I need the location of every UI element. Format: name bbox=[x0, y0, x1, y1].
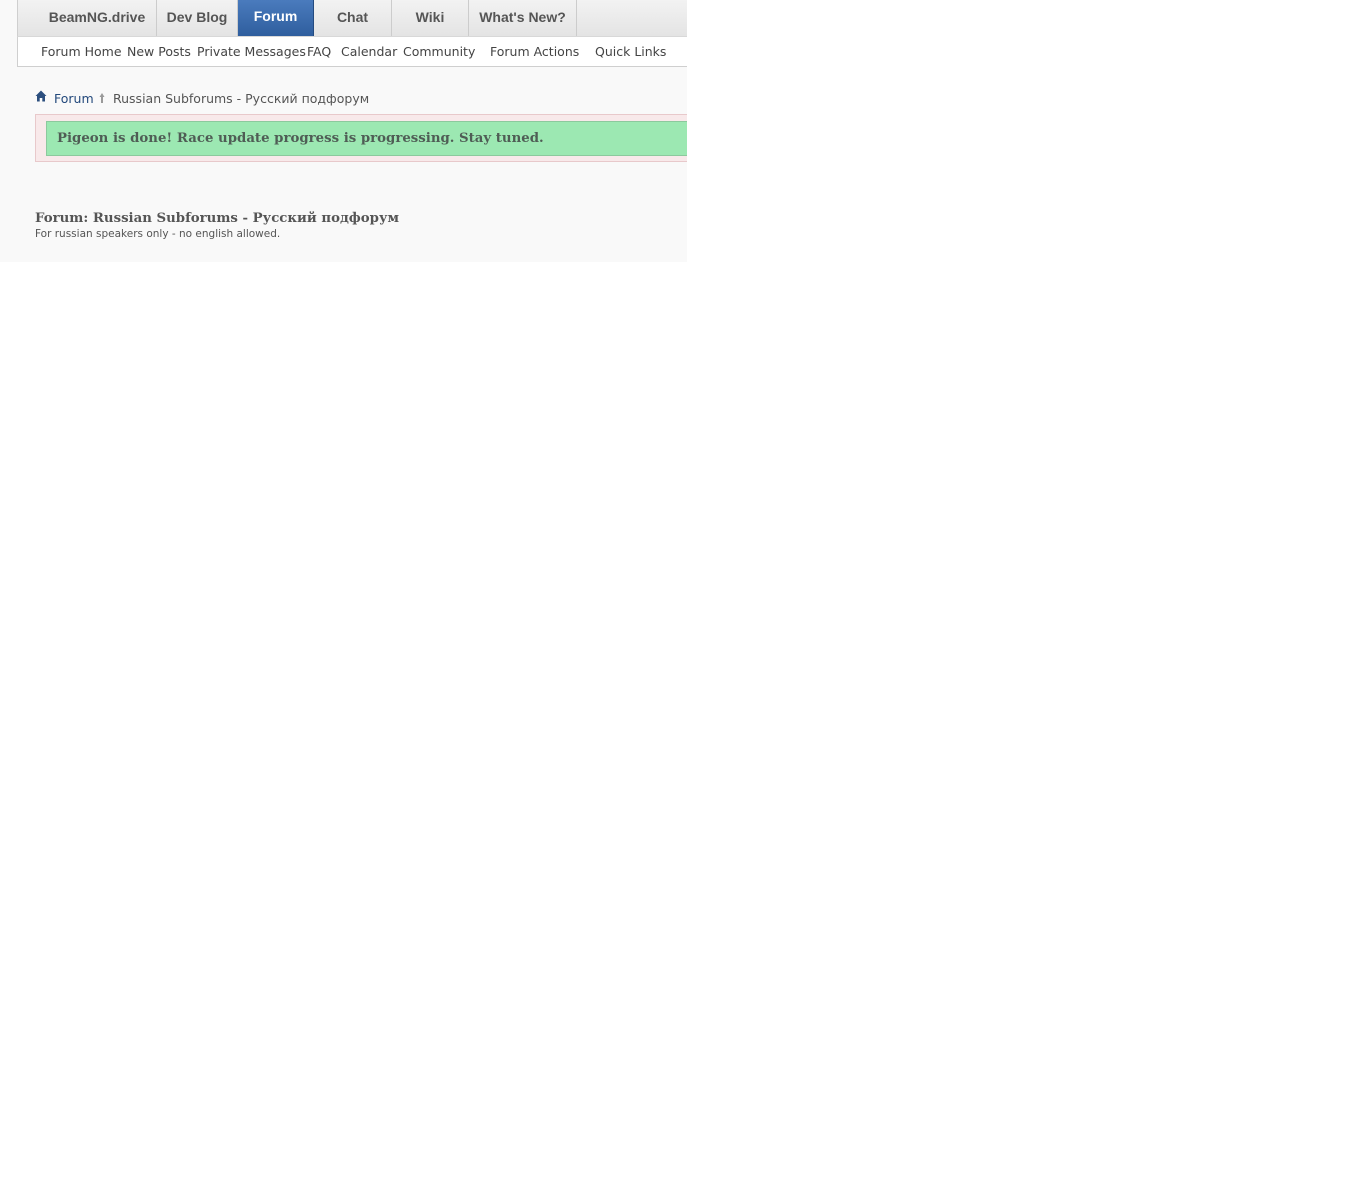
tab-whats-new[interactable]: What's New? bbox=[469, 0, 577, 36]
page: BeamNG.drive Dev Blog Forum Chat Wiki Wh… bbox=[0, 0, 687, 262]
subnav-forum-home[interactable]: Forum Home bbox=[41, 37, 122, 67]
subnav-quick-links[interactable]: Quick Links bbox=[595, 37, 666, 67]
notice-box: Pigeon is done! Race update progress is … bbox=[35, 114, 687, 162]
forum-title: Forum: Russian Subforums - Русский подфо… bbox=[35, 211, 400, 226]
subnav-calendar[interactable]: Calendar bbox=[341, 37, 397, 67]
notice-text: Pigeon is done! Race update progress is … bbox=[57, 131, 544, 146]
forum-description: For russian speakers only - no english a… bbox=[35, 228, 281, 240]
notice-banner: Pigeon is done! Race update progress is … bbox=[46, 121, 687, 156]
breadcrumb-separator-icon bbox=[99, 93, 105, 103]
tab-forum[interactable]: Forum bbox=[238, 0, 314, 36]
subnav-faq[interactable]: FAQ bbox=[307, 37, 331, 67]
subnav-community[interactable]: Community bbox=[403, 37, 475, 67]
tab-dev-blog[interactable]: Dev Blog bbox=[157, 0, 238, 36]
top-navigation: BeamNG.drive Dev Blog Forum Chat Wiki Wh… bbox=[17, 0, 687, 36]
tab-wiki[interactable]: Wiki bbox=[392, 0, 469, 36]
subnav-private-messages[interactable]: Private Messages bbox=[197, 37, 306, 67]
breadcrumb-forum-link[interactable]: Forum bbox=[54, 91, 94, 106]
sub-navigation: Forum Home New Posts Private Messages FA… bbox=[17, 36, 687, 67]
breadcrumb-current: Russian Subforums - Русский подфорум bbox=[113, 91, 370, 106]
tab-chat[interactable]: Chat bbox=[314, 0, 392, 36]
home-icon[interactable] bbox=[35, 90, 47, 102]
subnav-new-posts[interactable]: New Posts bbox=[127, 37, 191, 67]
tab-beamng-drive[interactable]: BeamNG.drive bbox=[38, 0, 157, 36]
subnav-forum-actions[interactable]: Forum Actions bbox=[490, 37, 579, 67]
